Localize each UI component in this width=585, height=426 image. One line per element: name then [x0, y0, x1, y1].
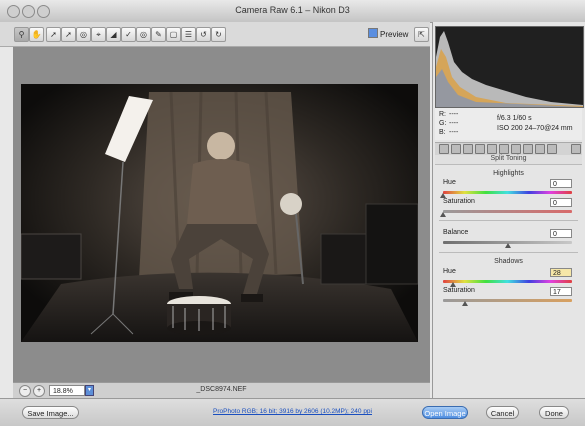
exposure-info: f/6.3 1/60 s — [497, 115, 532, 122]
preview-checkbox[interactable]: Preview — [368, 28, 408, 39]
checkbox-check-icon — [368, 28, 378, 38]
shadows-saturation-field[interactable]: 17 — [550, 287, 572, 296]
targeted-adjustment-tool-icon[interactable]: ◎ — [76, 27, 91, 42]
straighten-tool-icon[interactable]: ◢ — [106, 27, 121, 42]
highlights-saturation-field[interactable]: 0 — [550, 198, 572, 207]
title-bar: Camera Raw 6.1 – Nikon D3 — [0, 0, 585, 23]
shadows-saturation-thumb[interactable] — [461, 301, 468, 306]
bottom-bar: Save Image... ProPhoto RGB; 16 bit; 3916… — [0, 398, 585, 426]
highlights-title: Highlights — [493, 170, 524, 177]
rotate-ccw-icon[interactable]: ↺ — [196, 27, 211, 42]
done-button[interactable]: Done — [539, 406, 569, 419]
zoom-tool-icon[interactable]: ⚲ — [14, 27, 29, 42]
r-label: R: — [439, 111, 446, 118]
g-label: G: — [439, 120, 447, 127]
highlights-saturation-thumb[interactable] — [440, 212, 446, 217]
filename-label: _DSC8974.NEF — [196, 386, 247, 393]
highlights-hue-slider[interactable] — [440, 191, 572, 198]
divider — [439, 220, 578, 221]
tab-basic-icon[interactable] — [439, 144, 449, 154]
shadows-saturation-slider[interactable] — [443, 299, 572, 306]
balance-thumb[interactable] — [504, 243, 511, 248]
crop-tool-icon[interactable]: ⌖ — [91, 27, 106, 42]
highlights-hue-field[interactable]: 0 — [550, 179, 572, 188]
window-title: Camera Raw 6.1 – Nikon D3 — [235, 5, 350, 15]
histogram — [435, 26, 584, 108]
iso-lens-info: ISO 200 24–70@24 mm — [497, 125, 573, 132]
rotate-cw-icon[interactable]: ↻ — [211, 27, 226, 42]
shadows-hue-label: Hue — [443, 268, 456, 275]
color-sampler-tool-icon[interactable]: ➚ — [61, 27, 76, 42]
panel-tabs — [435, 142, 582, 156]
panel-menu-icon[interactable] — [571, 144, 581, 154]
g-value: ---- — [449, 120, 459, 127]
highlights-hue-label: Hue — [443, 179, 456, 186]
adjustment-brush-tool-icon[interactable]: ✎ — [151, 27, 166, 42]
tab-lens-corrections-icon[interactable] — [499, 144, 509, 154]
status-bar: − + 18.8% ▾ _DSC8974.NEF — [13, 382, 430, 399]
tab-detail-icon[interactable] — [463, 144, 473, 154]
b-label: B: — [439, 129, 446, 136]
tab-hsl-icon[interactable] — [475, 144, 485, 154]
tab-camera-calibration-icon[interactable] — [523, 144, 533, 154]
hand-tool-icon[interactable]: ✋ — [29, 27, 44, 42]
red-eye-tool-icon[interactable]: ◎ — [136, 27, 151, 42]
balance-field[interactable]: 0 — [550, 229, 572, 238]
shadows-saturation-label: Saturation — [443, 287, 475, 294]
highlights-saturation-label: Saturation — [443, 198, 475, 205]
divider — [439, 252, 578, 253]
tab-effects-icon[interactable] — [511, 144, 521, 154]
fullscreen-icon[interactable]: ⇱ — [414, 27, 429, 42]
preferences-icon[interactable]: ☰ — [181, 27, 196, 42]
highlights-saturation-slider[interactable] — [440, 210, 572, 217]
open-image-button[interactable]: Open Image — [422, 406, 468, 419]
shadows-title: Shadows — [494, 258, 523, 265]
tab-presets-icon[interactable] — [535, 144, 545, 154]
shadows-hue-field[interactable]: 28 — [550, 268, 572, 277]
tab-tone-curve-icon[interactable] — [451, 144, 461, 154]
toolbar: ⚲ ✋ ➚ ➚ ◎ ⌖ ◢ ✓ ◎ ✎ ▢ ☰ ↺ ↻ Preview ⇱ — [0, 22, 430, 47]
photo-preview — [21, 84, 418, 342]
white-balance-tool-icon[interactable]: ➚ — [46, 27, 61, 42]
image-canvas[interactable] — [13, 47, 430, 382]
right-panel: R: ---- G: ---- B: ---- f/6.3 1/60 s ISO… — [432, 22, 585, 398]
panel-title: Split Toning — [435, 155, 582, 165]
shadows-hue-slider[interactable] — [443, 280, 572, 287]
cancel-button[interactable]: Cancel — [486, 406, 519, 419]
tab-split-toning-icon[interactable] — [487, 144, 497, 154]
spot-removal-tool-icon[interactable]: ✓ — [121, 27, 136, 42]
balance-label: Balance — [443, 229, 469, 236]
b-value: ---- — [449, 129, 459, 136]
balance-slider[interactable] — [443, 241, 572, 248]
pixel-readout: R: ---- G: ---- B: ---- f/6.3 1/60 s ISO… — [435, 108, 582, 140]
r-value: ---- — [449, 111, 459, 118]
tab-snapshots-icon[interactable] — [547, 144, 557, 154]
graduated-filter-tool-icon[interactable]: ▢ — [166, 27, 181, 42]
preview-label: Preview — [380, 30, 409, 39]
